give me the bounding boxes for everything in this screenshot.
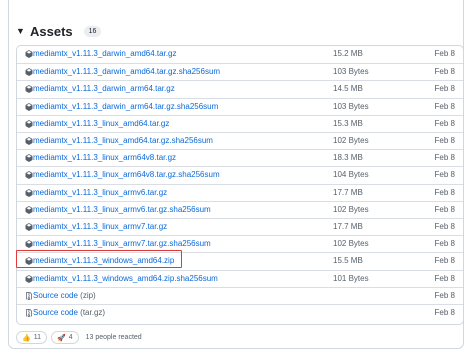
asset-date: Feb 8 [434, 153, 455, 163]
source-code-date: Feb 8 [434, 290, 455, 300]
package-icon [25, 171, 33, 180]
asset-date: Feb 8 [434, 222, 455, 231]
rocket-icon: 🚀 [57, 334, 66, 342]
package-icon [25, 274, 33, 283]
assets-list: mediamtx_v1.11.3_darwin_amd64.tar.gz 15.2… [16, 45, 464, 325]
asset-date: Feb 8 [434, 84, 455, 94]
assets-count-badge: 16 [83, 25, 102, 37]
highlight-annotation [16, 250, 182, 268]
source-code-ext: (zip) [80, 290, 96, 300]
asset-date: Feb 8 [434, 273, 455, 283]
asset-link[interactable]: mediamtx_v1.11.3_linux_amd64.tar.gz [33, 119, 169, 128]
source-code-ext: (tar.gz) [80, 308, 106, 317]
asset-date: Feb 8 [434, 256, 455, 266]
thumbs-up-icon: 👍 [22, 334, 31, 342]
asset-date: Feb 8 [434, 118, 455, 128]
asset-row: mediamtx_v1.11.3_darwin_amd64.tar.gz.sha… [17, 63, 463, 80]
asset-link[interactable]: mediamtx_v1.11.3_windows_amd64.zip.sha25… [33, 274, 218, 283]
asset-date: Feb 8 [434, 170, 455, 180]
thumbs-up-reaction[interactable]: 👍 11 [16, 331, 47, 344]
source-code-row: Source code (zip) Feb 8 [17, 286, 463, 304]
asset-link[interactable]: mediamtx_v1.11.3_darwin_arm64.tar.gz.sha… [33, 102, 218, 111]
asset-row: mediamtx_v1.11.3_darwin_arm64.tar.gz 14.5… [17, 80, 463, 97]
asset-link[interactable]: mediamtx_v1.11.3_linux_armv7.tar.gz [33, 222, 167, 231]
asset-date: Feb 8 [434, 136, 455, 145]
asset-link[interactable]: mediamtx_v1.11.3_linux_armv7.tar.gz.sha2… [33, 239, 211, 248]
package-icon [25, 50, 33, 58]
asset-size: 103 Bytes [333, 67, 369, 77]
asset-size: 102 Bytes [333, 239, 369, 249]
source-code-row: Source code (tar.gz) Feb 8 [17, 304, 463, 321]
package-icon [25, 85, 33, 94]
asset-row: mediamtx_v1.11.3_linux_amd64.tar.gz 15.3 … [17, 114, 463, 132]
asset-row: mediamtx_v1.11.3_darwin_amd64.tar.gz 15.2… [17, 46, 463, 63]
asset-date: Feb 8 [434, 204, 455, 214]
asset-size: 14.5 MB [333, 84, 363, 94]
source-code-label: Source code [33, 308, 78, 317]
asset-date: Feb 8 [434, 239, 455, 249]
asset-row: mediamtx_v1.11.3_windows_amd64.zip.sha25… [17, 269, 463, 287]
asset-link[interactable]: mediamtx_v1.11.3_linux_amd64.tar.gz.sha2… [33, 136, 213, 145]
asset-date: Feb 8 [434, 101, 455, 111]
source-code-date: Feb 8 [434, 308, 455, 317]
asset-date: Feb 8 [434, 187, 455, 197]
asset-size: 15.5 MB [333, 256, 363, 266]
source-code-link[interactable]: Source code (zip) [33, 291, 96, 300]
package-icon [25, 188, 33, 197]
file-zip-icon [25, 309, 33, 317]
rocket-count: 4 [68, 334, 73, 341]
asset-row: mediamtx_v1.11.3_linux_arm64v8.tar.gz 18.… [17, 149, 463, 166]
triangle-down-icon: ▼ [16, 26, 25, 36]
thumbs-up-count: 11 [33, 334, 41, 341]
package-icon [25, 240, 33, 249]
asset-size: 15.3 MB [333, 118, 363, 128]
asset-link[interactable]: mediamtx_v1.11.3_linux_armv6.tar.gz [33, 188, 167, 197]
asset-size: 102 Bytes [333, 204, 369, 214]
asset-row: mediamtx_v1.11.3_linux_armv7.tar.gz 17.7 … [17, 218, 463, 235]
asset-date: Feb 8 [434, 49, 455, 58]
asset-size: 101 Bytes [333, 273, 369, 283]
asset-size: 15.2 MB [333, 49, 363, 58]
reactions-summary: 13 people reacted [85, 334, 142, 341]
reactions-bar: 👍 11 🚀 4 13 people reacted [16, 330, 142, 345]
source-code-label: Source code [33, 290, 78, 300]
package-icon [25, 102, 33, 111]
asset-size: 17.7 MB [333, 222, 363, 231]
asset-date: Feb 8 [434, 67, 455, 77]
package-icon [25, 205, 33, 214]
asset-link[interactable]: mediamtx_v1.11.3_linux_arm64v8.tar.gz [33, 153, 176, 162]
asset-row: mediamtx_v1.11.3_darwin_arm64.tar.gz.sha… [17, 97, 463, 115]
asset-link[interactable]: mediamtx_v1.11.3_linux_arm64v8.tar.gz.sh… [33, 170, 220, 179]
rocket-reaction[interactable]: 🚀 4 [51, 331, 79, 344]
package-icon [25, 137, 33, 145]
asset-size: 17.7 MB [333, 187, 363, 197]
asset-row: mediamtx_v1.11.3_linux_armv6.tar.gz 17.7 … [17, 183, 463, 201]
source-code-link[interactable]: Source code (tar.gz) [33, 308, 105, 317]
package-icon [25, 223, 33, 231]
asset-row: mediamtx_v1.11.3_linux_arm64v8.tar.gz.sh… [17, 166, 463, 183]
file-zip-icon [25, 291, 33, 300]
asset-link[interactable]: mediamtx_v1.11.3_darwin_arm64.tar.gz [33, 84, 175, 93]
asset-row: mediamtx_v1.11.3_linux_amd64.tar.gz.sha2… [17, 132, 463, 149]
asset-link[interactable]: mediamtx_v1.11.3_darwin_amd64.tar.gz [33, 49, 177, 58]
asset-size: 102 Bytes [333, 136, 369, 145]
assets-toggle[interactable]: ▼ Assets 16 [16, 22, 102, 40]
asset-size: 104 Bytes [333, 170, 369, 180]
asset-size: 103 Bytes [333, 101, 369, 111]
asset-row: mediamtx_v1.11.3_linux_armv6.tar.gz.sha2… [17, 200, 463, 218]
assets-title: Assets [30, 23, 73, 39]
asset-size: 18.3 MB [333, 153, 363, 163]
package-icon [25, 68, 33, 77]
package-icon [25, 154, 33, 163]
package-icon [25, 119, 33, 128]
asset-link[interactable]: mediamtx_v1.11.3_darwin_amd64.tar.gz.sha… [33, 67, 220, 76]
asset-link[interactable]: mediamtx_v1.11.3_linux_armv6.tar.gz.sha2… [33, 205, 211, 214]
